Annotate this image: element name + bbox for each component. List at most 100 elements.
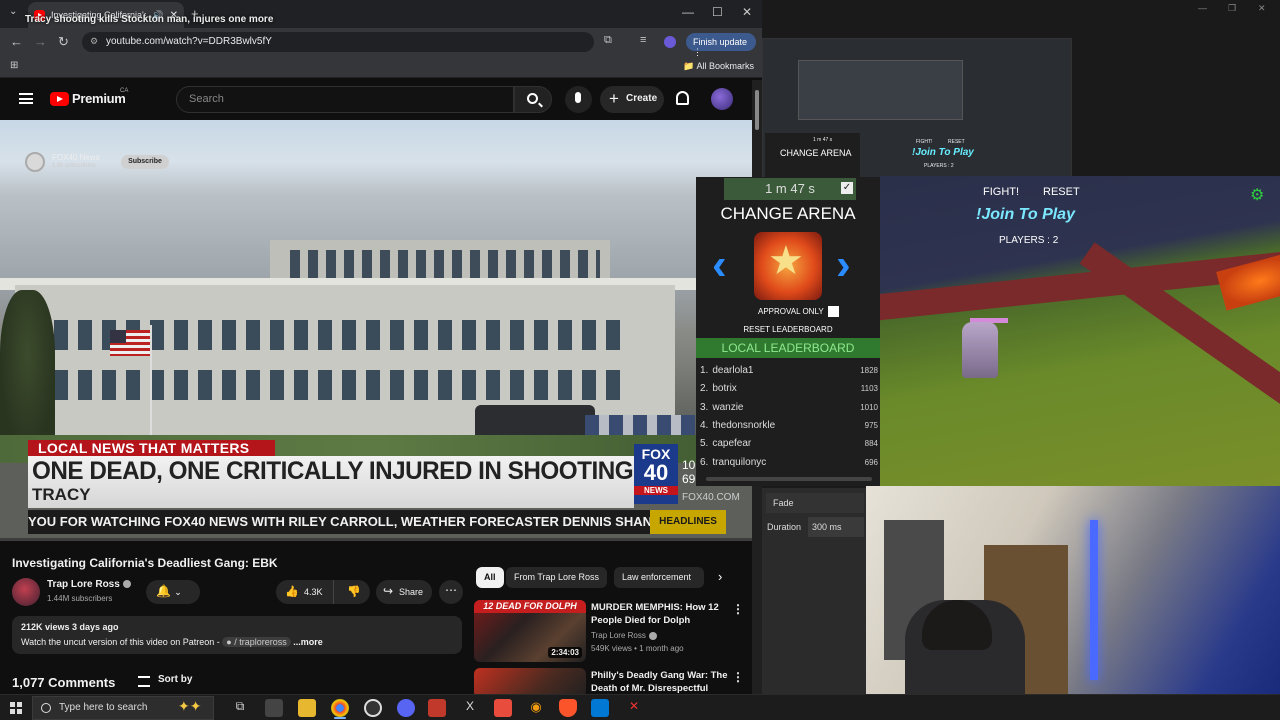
rec-thumbnail[interactable]: 12 DEAD FOR DOLPH 2:34:03 [474,600,586,662]
apps-icon[interactable]: ⊞ [10,60,18,71]
reset-leaderboard-button[interactable]: RESET LEADERBOARD [696,325,880,334]
duration-input[interactable]: 300 ms [808,517,864,537]
app-red-icon[interactable] [428,699,446,717]
menu-icon[interactable] [19,93,33,104]
overlay-channel-name[interactable]: FOX40 News [52,153,100,162]
duration-label: Duration [767,522,802,532]
rec-menu-icon[interactable]: ⋮ [732,602,744,616]
thumbnail-banner: 12 DEAD FOR DOLPH [474,600,586,613]
timer-checkbox[interactable]: ✓ [841,182,853,194]
leaderboard-header: LOCAL LEADERBOARD [696,338,880,358]
approval-only-checkbox[interactable] [828,306,839,317]
dislike-button[interactable]: 👎 [336,580,370,604]
extensions-icon[interactable]: ⧉ [604,34,612,47]
app-icon[interactable] [265,699,283,717]
channel-name[interactable]: Trap Lore Ross [47,579,131,590]
app-square-icon[interactable] [494,699,512,717]
patreon-link[interactable]: ● / traploreross [222,637,291,647]
fight-button[interactable]: FIGHT! [983,186,1019,198]
site-info-icon[interactable]: ⚙ [90,36,98,47]
fox-url: FOX40.COM [682,492,740,503]
media-controls-icon[interactable]: ≡ [640,34,646,46]
description-box[interactable]: 212K views 3 days ago Watch the uncut ve… [12,616,462,654]
window-close-icon[interactable]: ✕ [742,5,752,19]
share-label: Share [399,587,424,597]
close-icon[interactable]: ✕ [1258,3,1266,14]
leaderboard-scrollbar[interactable] [706,477,872,481]
youtube-logo-icon[interactable] [50,92,69,106]
description-prefix: Watch the uncut version of this video on… [21,637,223,647]
reset-button[interactable]: RESET [1043,186,1080,198]
gear-icon[interactable]: ⚙ [1250,185,1264,205]
game-viewport [880,176,1280,486]
chevron-right-icon[interactable]: › [718,569,722,584]
arena-prev-arrow-icon[interactable]: ‹ [712,240,727,290]
verified-icon [122,580,131,589]
scrollbar-thumb[interactable] [755,90,759,130]
mic-icon[interactable] [565,86,592,113]
profile-avatar[interactable] [664,36,676,48]
view-stats: 212K views 3 days ago [21,622,119,632]
leaderboard-rank: 2. [700,383,709,395]
leaderboard-rank: 1. [700,365,709,376]
account-avatar[interactable] [711,88,733,110]
forward-icon[interactable]: → [34,34,47,49]
create-button[interactable]: + Create [600,86,664,113]
fox-logo-news: NEWS [634,486,678,495]
app-x-icon[interactable]: X [461,699,479,717]
video-title: Investigating California's Deadliest Gan… [12,556,278,570]
rec-thumbnail[interactable] [474,668,586,694]
leaderboard-points: 696 [864,457,878,467]
blender-icon[interactable]: ◉ [527,699,545,717]
fade-select[interactable]: Fade [766,493,864,513]
task-view-icon[interactable]: ⧉ [231,699,249,717]
channel-avatar[interactable] [12,578,40,606]
obs-icon[interactable] [364,699,382,717]
notifications-icon[interactable] [676,91,689,105]
overlay-subscribe-button[interactable]: Subscribe [121,155,169,169]
chip-law-enforcement[interactable]: Law enforcement [614,567,704,588]
show-more-link[interactable]: ...more [293,637,323,647]
all-bookmarks[interactable]: 📁 All Bookmarks [683,61,754,72]
rec-channel[interactable]: Trap Lore Ross [591,631,657,640]
search-button[interactable] [514,86,552,113]
window-minimize-icon[interactable]: — [682,5,694,19]
window-maximize-icon[interactable]: ☐ [712,5,723,19]
file-explorer-icon[interactable] [298,699,316,717]
chip-all[interactable]: All [476,567,504,588]
share-button[interactable]: ↪ Share [376,580,432,604]
chrome-icon[interactable] [331,699,349,717]
maximize-icon[interactable]: ❐ [1228,3,1236,14]
minimize-icon[interactable]: — [1198,3,1207,13]
leaderboard-points: 884 [864,439,878,449]
address-bar[interactable]: youtube.com/watch?v=DDR3Bwlv5fY [82,32,594,52]
youtube-header: Premium CA Search + Create [0,80,762,120]
video-progress-bar[interactable] [0,538,752,541]
brand-label[interactable]: Premium [72,91,126,106]
discord-icon[interactable] [397,699,415,717]
overlay-channel-avatar[interactable] [25,152,45,172]
like-button[interactable]: 👍 4.3K [276,580,334,604]
back-icon[interactable]: ← [10,34,23,49]
rec-menu-icon[interactable]: ⋮ [732,670,744,684]
chip-from-channel[interactable]: From Trap Lore Ross [506,567,608,588]
app-x-red-icon[interactable]: ✕ [625,699,643,717]
sort-by-button[interactable]: Sort by [138,674,192,687]
finish-update-button[interactable]: Finish update ⋮ [686,33,756,57]
plus-icon: + [609,89,619,108]
rec-title[interactable]: MURDER MEMPHIS: How 12 People Died for D… [591,601,731,627]
more-actions-button[interactable]: ⋯ [439,580,463,604]
rec-title[interactable]: Philly's Deadly Gang War: The Death of M… [591,669,731,694]
notification-bell-button[interactable]: 🔔 ⌄ [146,580,200,604]
windows-start-icon[interactable] [10,702,22,714]
webcam-neon-light [1090,520,1098,680]
video-overlay-title[interactable]: Tracy shooting kills Stockton man, injur… [25,14,273,25]
arena-next-arrow-icon[interactable]: › [836,240,851,290]
brave-icon[interactable] [559,699,577,717]
leaderboard-player: wanzie [712,401,744,413]
search-input[interactable]: Search [176,86,514,113]
reload-icon[interactable]: ↻ [58,34,69,50]
leaderboard-points: 1828 [860,366,878,375]
tab-search-icon[interactable]: ⌄ [9,6,17,17]
vscode-icon[interactable] [591,699,609,717]
